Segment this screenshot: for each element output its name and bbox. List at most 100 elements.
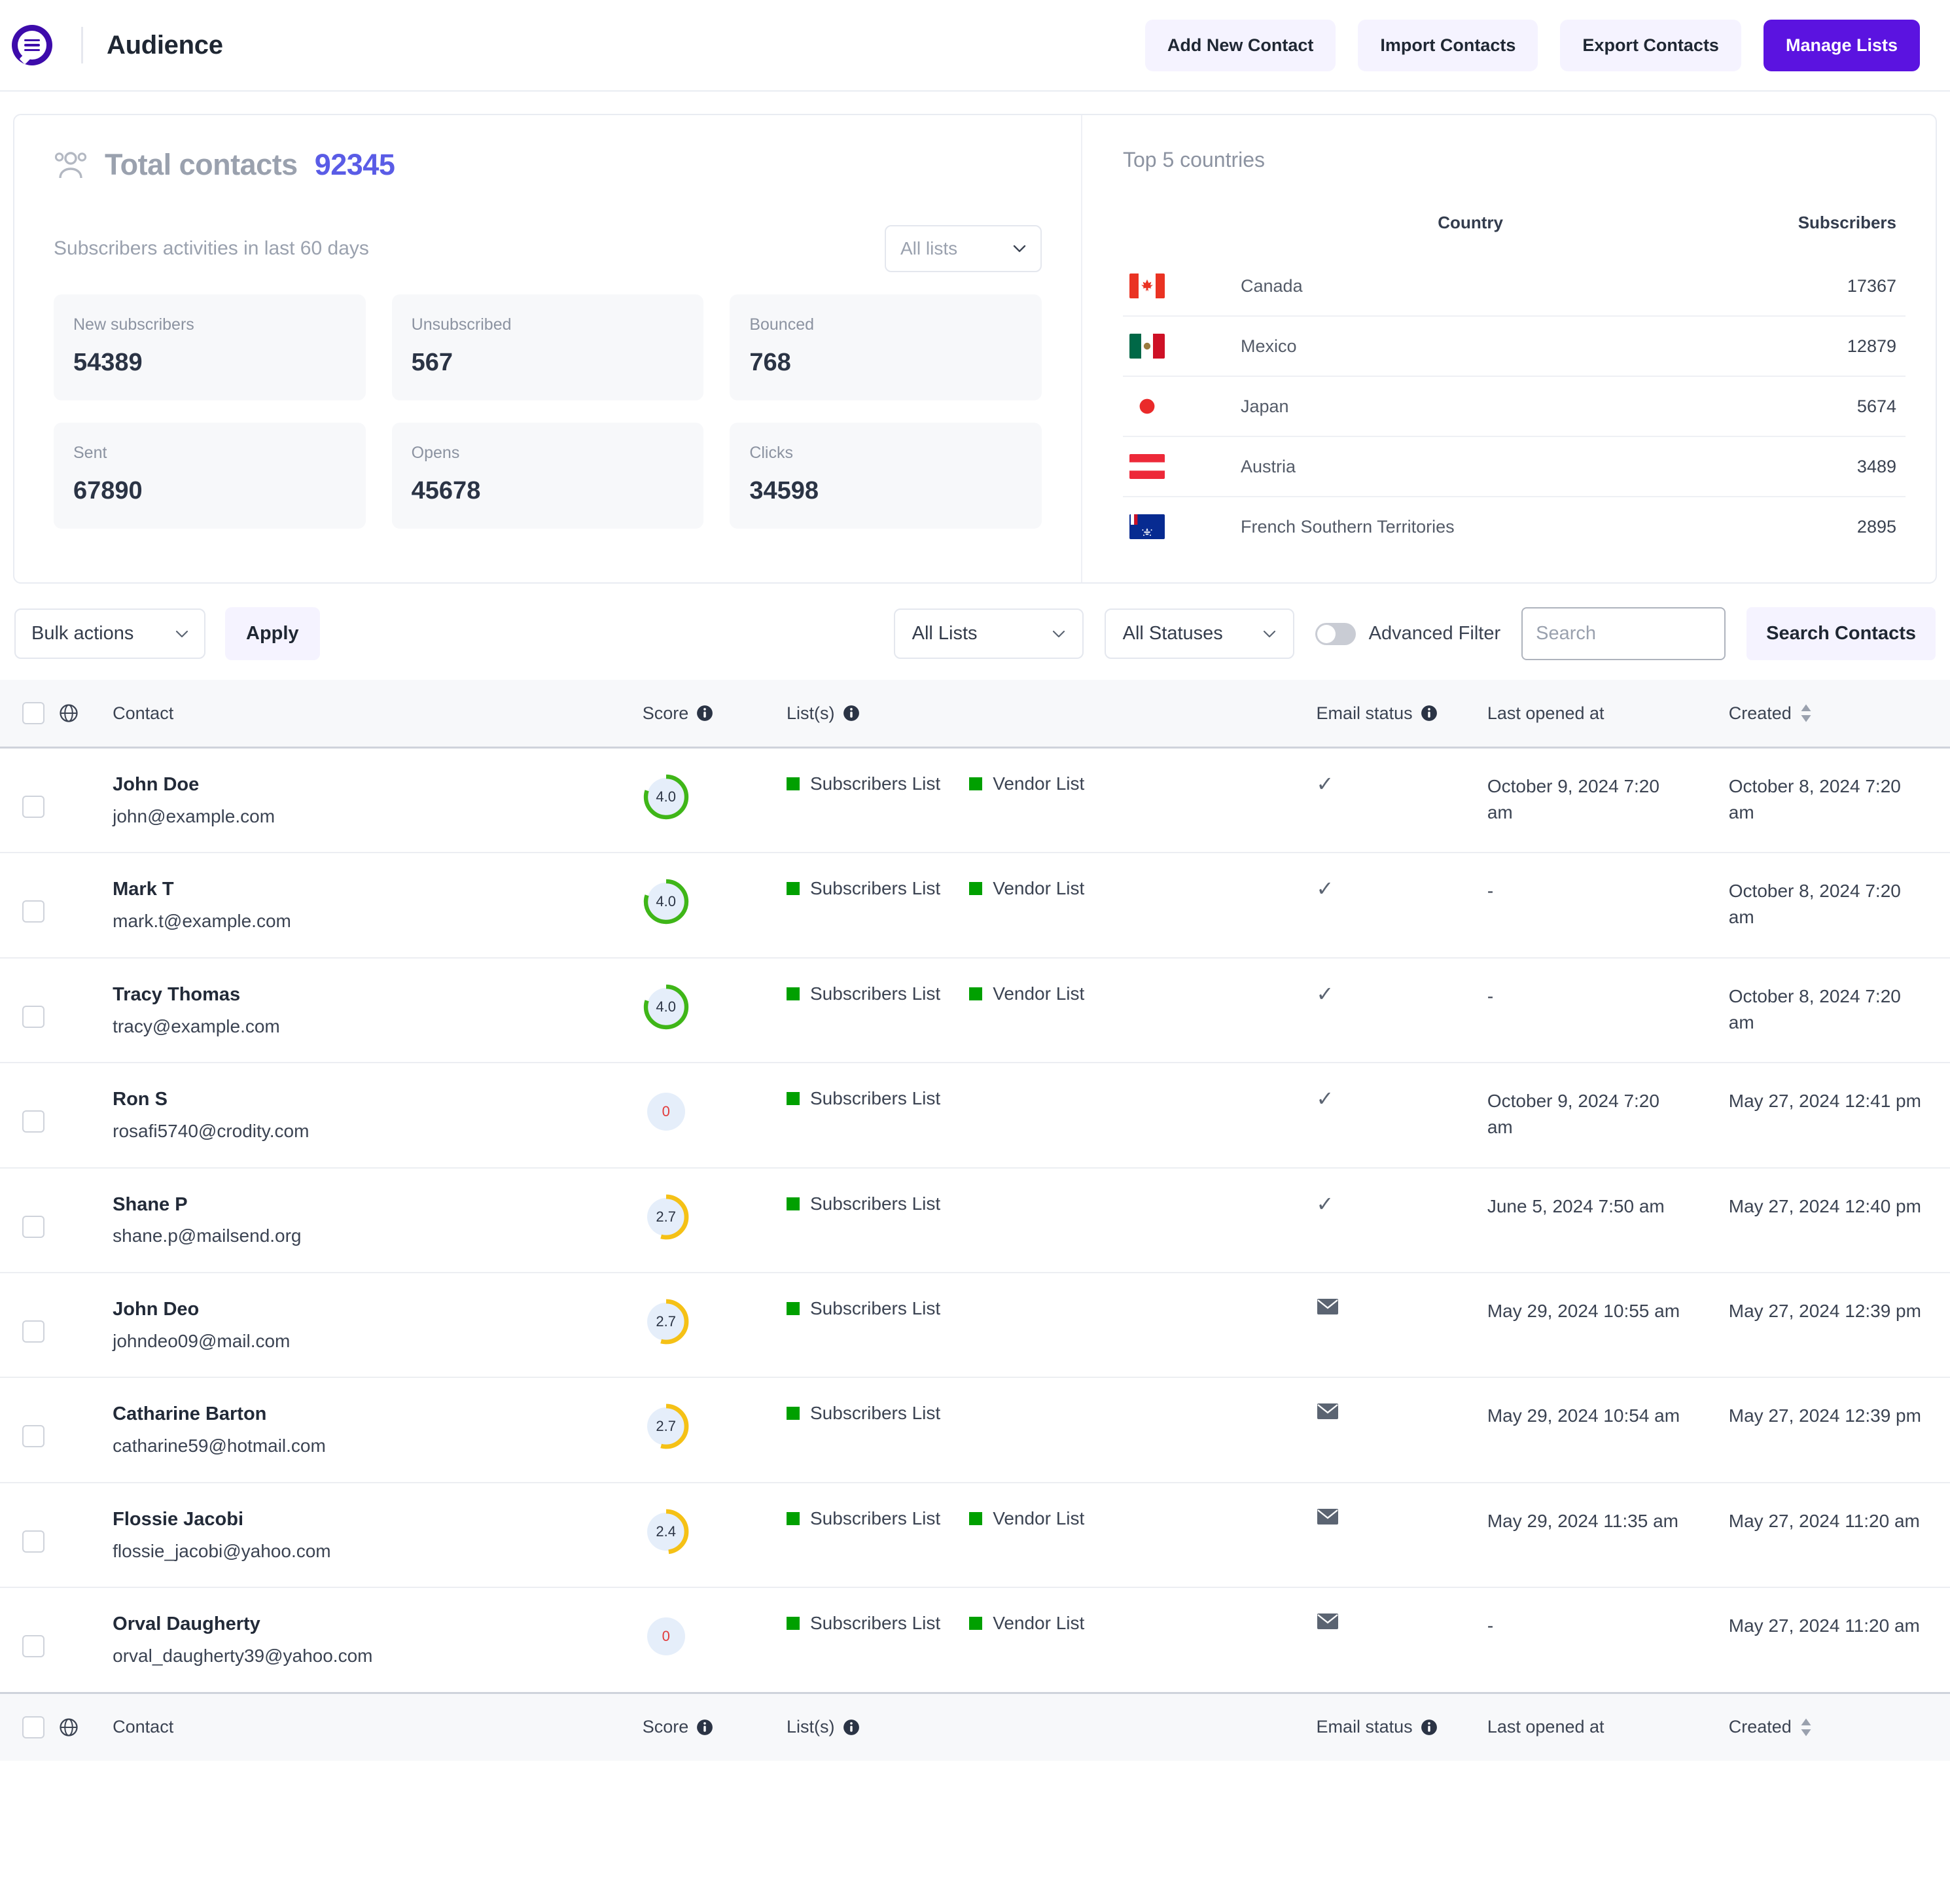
- contact-email: rosafi5740@crodity.com: [113, 1120, 310, 1141]
- table-row[interactable]: Tracy Thomas tracy@example.com 4.0 Subsc…: [0, 957, 1950, 1064]
- list-color-square: [787, 1407, 800, 1420]
- row-checkbox[interactable]: [22, 1320, 44, 1343]
- stat-value: 54389: [73, 349, 143, 376]
- contact-column-footer[interactable]: Contact: [113, 1691, 643, 1761]
- list-name: Vendor List: [993, 773, 1085, 794]
- stat-label: Sent: [73, 444, 107, 462]
- row-checkbox[interactable]: [22, 900, 44, 923]
- last-opened-value: June 5, 2024 7:50 am: [1487, 1195, 1665, 1216]
- row-checkbox[interactable]: [22, 1005, 44, 1028]
- bulk-actions-select[interactable]: Bulk actions: [14, 608, 205, 659]
- list-chip: Subscribers List: [787, 1403, 940, 1424]
- contact-name[interactable]: Tracy Thomas: [113, 983, 643, 1006]
- score-value: 2.7: [656, 1418, 676, 1435]
- list-name: Subscribers List: [810, 1403, 941, 1424]
- created-column-header[interactable]: Created: [1729, 703, 1813, 724]
- list-color-square: [787, 987, 800, 1000]
- stat-value: 67890: [73, 477, 143, 504]
- score-gauge: 2.7: [643, 1403, 690, 1450]
- table-row[interactable]: Catharine Barton catharine59@hotmail.com…: [0, 1377, 1950, 1483]
- score-column-header[interactable]: Score: [643, 703, 714, 724]
- chevron-down-icon: [1052, 630, 1065, 637]
- globe-icon[interactable]: [59, 703, 79, 723]
- email-status-column-header[interactable]: Email status: [1317, 703, 1438, 724]
- last-opened-value: May 29, 2024 11:35 am: [1487, 1510, 1678, 1531]
- contact-name[interactable]: Catharine Barton: [113, 1403, 643, 1426]
- import-contacts-button[interactable]: Import Contacts: [1358, 19, 1538, 71]
- score-column-footer-label: Score: [642, 1717, 689, 1737]
- export-contacts-button[interactable]: Export Contacts: [1560, 19, 1741, 71]
- created-value: October 8, 2024 7:20 am: [1728, 881, 1901, 928]
- country-name: Japan: [1208, 376, 1694, 436]
- contact-name[interactable]: Orval Daugherty: [113, 1613, 643, 1636]
- info-icon[interactable]: [843, 705, 860, 722]
- sort-arrows-icon[interactable]: [1799, 1718, 1813, 1737]
- row-checkbox[interactable]: [22, 1425, 44, 1448]
- contact-name[interactable]: Shane P: [113, 1193, 643, 1216]
- country-row: Mexico 12879: [1123, 315, 1906, 376]
- country-name: Canada: [1241, 275, 1303, 296]
- table-row[interactable]: Ron S rosafi5740@crodity.com 0 Subscribe…: [0, 1063, 1950, 1169]
- select-all-checkbox-footer[interactable]: [22, 1716, 44, 1738]
- advanced-filter-group: Advanced Filter: [1315, 622, 1501, 645]
- info-icon[interactable]: [843, 1719, 860, 1736]
- table-header-row: Contact Score List(s) Email status Last …: [0, 680, 1950, 749]
- last-opened-column-header[interactable]: Last opened at: [1487, 680, 1729, 749]
- score-column-footer[interactable]: Score: [643, 1717, 714, 1737]
- manage-lists-button[interactable]: Manage Lists: [1763, 19, 1920, 71]
- contact-email: flossie_jacobi@yahoo.com: [113, 1540, 331, 1561]
- row-checkbox[interactable]: [22, 796, 44, 818]
- advanced-filter-toggle[interactable]: [1315, 622, 1356, 645]
- row-checkbox[interactable]: [22, 1530, 44, 1553]
- all-lists-filter-value: All Lists: [912, 623, 978, 644]
- chat-list-logo-icon[interactable]: [12, 25, 52, 65]
- info-icon[interactable]: [696, 1719, 713, 1736]
- row-checkbox[interactable]: [22, 1635, 44, 1658]
- canada-flag-icon: [1129, 273, 1165, 298]
- total-contacts-label: Total contacts: [105, 148, 298, 181]
- activity-title: Subscribers activities in last 60 days: [54, 238, 369, 259]
- table-row[interactable]: Orval Daugherty orval_daugherty39@yahoo.…: [0, 1587, 1950, 1694]
- all-lists-filter-select[interactable]: All Lists: [893, 608, 1084, 659]
- lists-cell: Subscribers List: [787, 1193, 1317, 1214]
- add-new-contact-button[interactable]: Add New Contact: [1144, 19, 1336, 71]
- created-value: May 27, 2024 12:40 pm: [1728, 1195, 1921, 1216]
- search-contacts-button[interactable]: Search Contacts: [1746, 607, 1936, 660]
- table-row[interactable]: Mark T mark.t@example.com 4.0 Subscriber…: [0, 853, 1950, 959]
- last-opened-column-footer[interactable]: Last opened at: [1487, 1691, 1729, 1761]
- search-input[interactable]: [1521, 607, 1726, 660]
- lists-column-header[interactable]: List(s): [787, 703, 860, 724]
- info-icon[interactable]: [1421, 705, 1438, 722]
- table-row[interactable]: Shane P shane.p@mailsend.org 2.7 Subscri…: [0, 1167, 1950, 1273]
- all-statuses-filter-select[interactable]: All Statuses: [1104, 608, 1294, 659]
- contact-name[interactable]: Flossie Jacobi: [113, 1508, 643, 1531]
- table-row[interactable]: Flossie Jacobi flossie_jacobi@yahoo.com …: [0, 1482, 1950, 1589]
- contact-name[interactable]: Ron S: [113, 1088, 643, 1111]
- advanced-filter-label: Advanced Filter: [1368, 623, 1501, 644]
- stat-label: New subscribers: [73, 315, 194, 334]
- email-status-column-footer[interactable]: Email status: [1317, 1717, 1438, 1737]
- created-column-footer[interactable]: Created: [1729, 1717, 1813, 1737]
- select-all-checkbox[interactable]: [22, 702, 44, 724]
- sort-arrows-icon[interactable]: [1799, 703, 1813, 723]
- contact-name[interactable]: John Doe: [113, 773, 643, 796]
- info-icon[interactable]: [1421, 1719, 1438, 1736]
- contact-name[interactable]: John Deo: [113, 1298, 643, 1321]
- score-gauge: 2.7: [643, 1298, 690, 1345]
- apply-button[interactable]: Apply: [225, 607, 320, 660]
- contact-column-header[interactable]: Contact: [113, 680, 643, 749]
- contact-name[interactable]: Mark T: [113, 878, 643, 901]
- lists-column-footer[interactable]: List(s): [787, 1717, 860, 1737]
- created-column-label: Created: [1728, 703, 1792, 723]
- table-row[interactable]: John Deo johndeo09@mail.com 2.7 Subscrib…: [0, 1272, 1950, 1379]
- list-color-square: [787, 777, 800, 790]
- globe-icon[interactable]: [59, 1718, 79, 1737]
- info-icon[interactable]: [696, 705, 713, 722]
- all-lists-activity-select[interactable]: All lists: [885, 225, 1042, 272]
- row-checkbox[interactable]: [22, 1215, 44, 1238]
- table-row[interactable]: John Doe john@example.com 4.0 Subscriber…: [0, 747, 1950, 854]
- row-checkbox[interactable]: [22, 1110, 44, 1133]
- email-status-verified-check-icon: ✓: [1316, 1191, 1334, 1216]
- list-chip: Subscribers List: [787, 1298, 940, 1319]
- created-value: May 27, 2024 12:39 pm: [1728, 1300, 1921, 1321]
